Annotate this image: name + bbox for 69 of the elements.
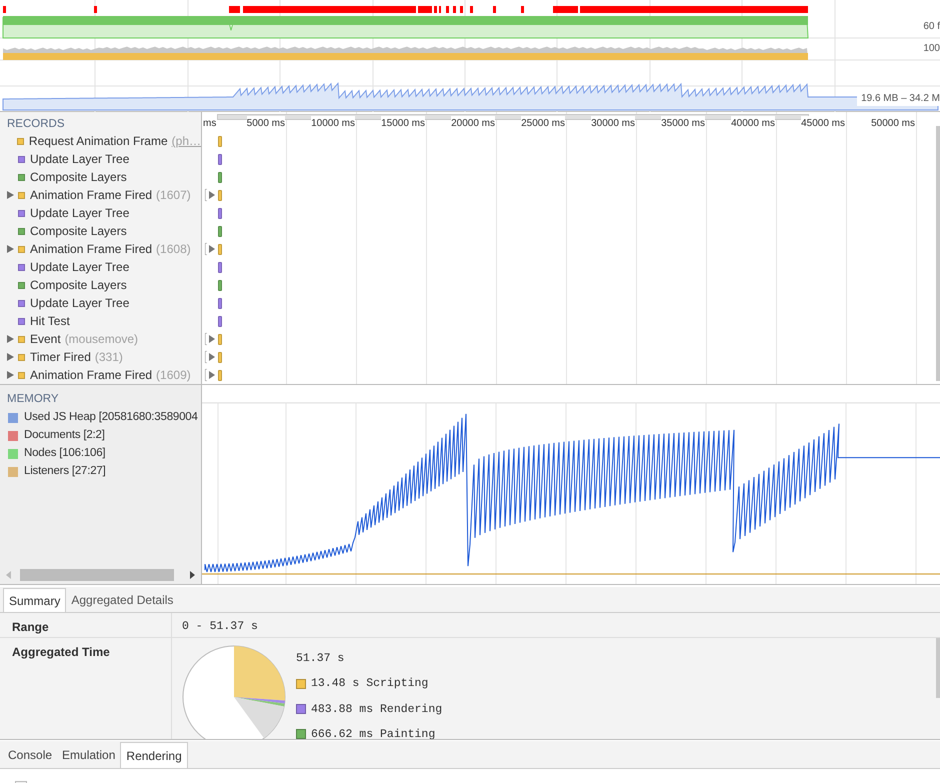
expand-triangle-icon[interactable] <box>7 245 14 253</box>
record-name: Update Layer Tree <box>30 295 130 312</box>
record-name: Update Layer Tree <box>30 151 130 168</box>
memory-heading: MEMORY <box>6 392 60 405</box>
record-detail: (331) <box>94 349 123 366</box>
record-detail: (mousemove) <box>64 331 138 348</box>
record-detail: (1609) <box>156 367 191 384</box>
vertical-scrollbar[interactable] <box>936 126 940 381</box>
record-name: Composite Layers <box>30 169 127 186</box>
record-name: Update Layer Tree <box>30 205 130 222</box>
expand-triangle-icon[interactable] <box>7 353 14 361</box>
record-name: Animation Frame Fired <box>30 367 152 384</box>
records-heading: RECORDS <box>6 117 66 132</box>
record-bar[interactable] <box>218 136 222 147</box>
scroll-right-icon[interactable] <box>190 571 195 579</box>
drawer-tab[interactable]: Console <box>3 742 58 768</box>
expand-triangle-icon[interactable] <box>205 333 215 345</box>
summary-tab[interactable]: Summary <box>3 588 66 612</box>
range-value: 0 - 51.37 s <box>181 619 258 635</box>
counter-color-square[interactable] <box>8 449 18 459</box>
record-detail: (1607) <box>156 187 191 204</box>
counter-color-square[interactable] <box>8 413 18 423</box>
aggregated-time-label: Aggregated Time <box>0 638 172 739</box>
summary-tab[interactable]: Aggregated Details <box>66 588 178 612</box>
total-time: 51.37 s <box>296 651 346 667</box>
drawer-tab[interactable]: Rendering <box>120 742 188 768</box>
expand-triangle-icon[interactable] <box>7 191 14 199</box>
expand-triangle-icon[interactable] <box>7 335 14 343</box>
vertical-scrollbar[interactable] <box>936 638 940 698</box>
record-name: Request Animation Frame <box>28 133 168 150</box>
record-bar[interactable] <box>218 226 222 237</box>
record-name: Composite Layers <box>30 223 127 240</box>
expand-triangle-icon[interactable] <box>205 351 215 363</box>
counter-label: Documents [2:2] <box>24 428 105 444</box>
range-label: Range <box>0 613 172 637</box>
counter-label: Nodes [106:106] <box>24 446 106 462</box>
record-bar[interactable] <box>218 262 222 273</box>
record-bar[interactable] <box>218 298 222 309</box>
record-bar[interactable] <box>218 172 222 183</box>
record-name: Update Layer Tree <box>30 259 130 276</box>
legend-label: 13.48 s Scripting <box>311 676 428 692</box>
record-name: Event <box>30 331 61 348</box>
record-detail: (1608) <box>156 241 191 258</box>
record-bar[interactable] <box>218 154 222 165</box>
expand-triangle-icon[interactable] <box>205 369 215 381</box>
legend-label: 666.62 ms Painting <box>311 726 436 739</box>
fps-label: 60 f <box>923 20 940 34</box>
legend-label: 483.88 ms Rendering <box>311 702 442 718</box>
drawer-tab[interactable]: Emulation <box>57 742 120 768</box>
counter-label: Used JS Heap [20581680:3589004 <box>24 410 198 426</box>
record-bar[interactable] <box>218 208 222 219</box>
record-bar[interactable] <box>218 280 222 291</box>
expand-triangle-icon[interactable] <box>7 371 14 379</box>
scroll-left-icon[interactable] <box>6 571 11 579</box>
record-name: Animation Frame Fired <box>30 241 152 258</box>
record-bar[interactable] <box>218 316 222 327</box>
counter-label: Listeners [27:27] <box>24 464 106 480</box>
record-name: Composite Layers <box>30 277 127 294</box>
expand-triangle-icon[interactable] <box>205 243 215 255</box>
record-name: Animation Frame Fired <box>30 187 152 204</box>
cpu-label: 100 <box>923 42 940 56</box>
memory-range-label: 19.6 MB – 34.2 M <box>857 91 940 106</box>
record-name: Hit Test <box>30 313 70 330</box>
counter-color-square[interactable] <box>8 431 18 441</box>
counter-color-square[interactable] <box>8 467 18 477</box>
ruler-start-label: ms <box>203 117 216 131</box>
record-name: Timer Fired <box>30 349 91 366</box>
expand-triangle-icon[interactable] <box>205 189 215 201</box>
horizontal-scrollbar-thumb[interactable] <box>20 569 174 581</box>
